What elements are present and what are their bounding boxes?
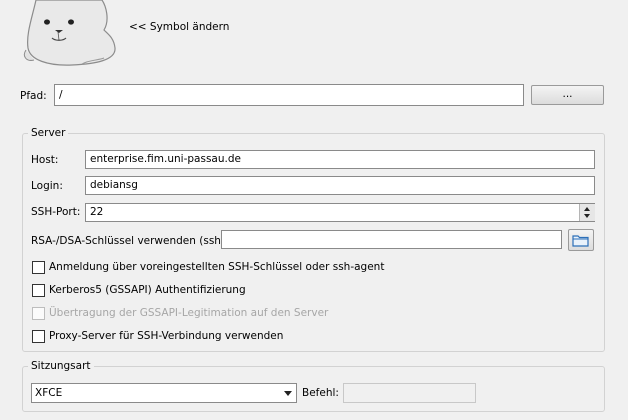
command-input bbox=[343, 383, 476, 403]
session-type-select[interactable]: XFCE bbox=[31, 383, 297, 403]
ssh-port-spinbox[interactable]: 22 bbox=[85, 203, 595, 222]
gssapi-delegation-checkbox-label: Übertragung der GSSAPI-Legitimation auf … bbox=[49, 307, 329, 319]
proxy-checkbox-label[interactable]: Proxy-Server für SSH-Verbindung verwende… bbox=[49, 329, 283, 343]
kerberos-checkbox-label[interactable]: Kerberos5 (GSSAPI) Authentifizierung bbox=[49, 283, 246, 297]
change-icon-link[interactable]: << Symbol ändern bbox=[129, 20, 229, 34]
server-legend: Server bbox=[31, 127, 66, 139]
ssh-port-spinner[interactable] bbox=[579, 204, 595, 221]
host-label: Host: bbox=[31, 154, 59, 166]
folder-icon bbox=[572, 235, 589, 247]
login-label: Login: bbox=[31, 180, 63, 192]
ssh-agent-checkbox[interactable] bbox=[32, 261, 45, 274]
path-browse-label: ... bbox=[562, 88, 573, 100]
path-label: Pfad: bbox=[20, 90, 47, 102]
seal-icon bbox=[23, 0, 116, 66]
path-input[interactable]: / bbox=[54, 84, 524, 106]
host-input[interactable]: enterprise.fim.uni-passau.de bbox=[85, 150, 595, 169]
rsa-key-browse-button[interactable] bbox=[568, 229, 594, 251]
kerberos-checkbox[interactable] bbox=[32, 284, 45, 297]
session-legend: Sitzungsart bbox=[31, 360, 91, 372]
session-type-value: XFCE bbox=[35, 387, 63, 399]
chevron-down-icon[interactable] bbox=[284, 391, 292, 396]
ssh-port-label: SSH-Port: bbox=[31, 206, 81, 218]
command-label: Befehl: bbox=[302, 387, 339, 399]
ssh-agent-checkbox-label[interactable]: Anmeldung über voreingestellten SSH-Schl… bbox=[49, 260, 384, 274]
path-browse-button[interactable]: ... bbox=[531, 85, 604, 105]
proxy-checkbox[interactable] bbox=[32, 330, 45, 343]
rsa-key-label: RSA-/DSA-Schlüssel verwenden (ssh): bbox=[31, 235, 229, 247]
gssapi-delegation-checkbox bbox=[32, 307, 45, 320]
session-icon[interactable] bbox=[22, 0, 118, 68]
rsa-key-input[interactable] bbox=[221, 230, 562, 249]
spin-down-icon[interactable] bbox=[584, 214, 590, 218]
spin-up-icon[interactable] bbox=[584, 207, 590, 211]
login-input[interactable]: debiansg bbox=[85, 176, 595, 195]
